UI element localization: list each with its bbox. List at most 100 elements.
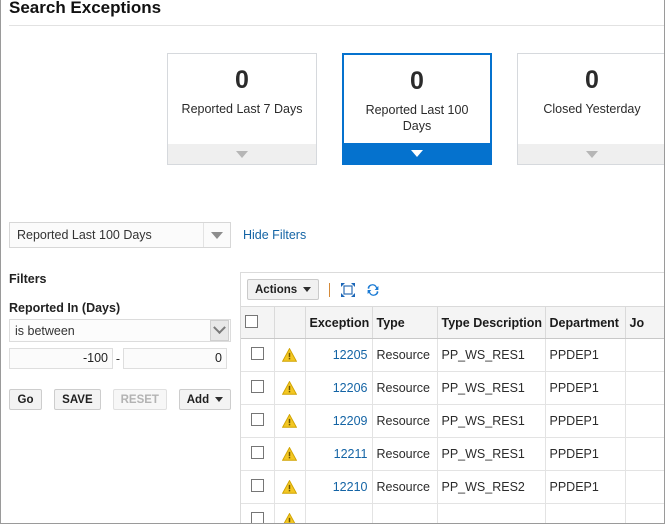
row-exception-id-cell: 12209 <box>305 404 373 438</box>
row-type-cell: Resource <box>372 404 438 438</box>
table-row[interactable]: 12210 ResourcePP_WS_RES2PPDEP137 <box>241 470 664 504</box>
table-row[interactable]: 12205 ResourcePP_WS_RES1PPDEP136 <box>241 338 664 372</box>
add-button[interactable]: Add <box>178 389 232 410</box>
row-department-cell: PPDEP1 <box>545 437 626 471</box>
page-title: Search Exceptions <box>9 0 162 17</box>
table-row[interactable]: 12206 ResourcePP_WS_RES1PPDEP137 <box>241 371 664 405</box>
saved-search-select[interactable]: Reported Last 100 Days <box>9 222 231 248</box>
row-checkbox[interactable] <box>250 347 264 360</box>
filters-panel: Filters Reported In (Days) is between -1… <box>9 272 232 410</box>
card-value: 0 <box>235 66 249 94</box>
filter-operator-dropdown-button[interactable] <box>210 320 229 341</box>
row-checkbox[interactable] <box>250 380 264 393</box>
go-button[interactable]: Go <box>9 389 43 410</box>
row-job-cell: 37 <box>625 404 664 438</box>
header-department[interactable]: Department <box>545 306 626 339</box>
row-exception-id-cell: 12206 <box>305 371 373 405</box>
filter-buttons: Go SAVE RESET Add <box>9 389 232 410</box>
row-job-cell: 36 <box>625 338 664 372</box>
card-body: 0 Reported Last 7 Days <box>168 54 316 144</box>
table-row[interactable]: 12211 ResourcePP_WS_RES1PPDEP137 <box>241 437 664 471</box>
row-department-cell <box>545 503 626 523</box>
filter-operator-select[interactable]: is between <box>9 319 231 342</box>
caret-down-icon <box>303 287 312 292</box>
card-expand-footer[interactable] <box>518 144 664 164</box>
row-exception-id-cell: 12210 <box>305 470 373 504</box>
row-job-cell: 37 <box>625 470 664 504</box>
row-checkbox[interactable] <box>250 512 264 523</box>
add-button-label: Add <box>186 393 210 406</box>
row-severity-cell <box>274 338 306 372</box>
table-row[interactable]: 12209 ResourcePP_WS_RES1PPDEP137 <box>241 404 664 438</box>
row-select-cell <box>241 470 275 504</box>
exceptions-table: Exception Id Type Type Description Depar… <box>241 306 664 523</box>
row-severity-cell <box>274 371 306 405</box>
table-row[interactable] <box>241 503 664 523</box>
row-department-cell: PPDEP1 <box>545 470 626 504</box>
chevron-down-icon <box>213 321 226 335</box>
card-value: 0 <box>585 66 599 94</box>
exception-id-link[interactable]: 12209 <box>333 414 368 428</box>
summary-cards: 0 Reported Last 7 Days 0 Reported Last 1… <box>167 53 664 165</box>
filter-range-to-input[interactable]: 0 <box>123 348 227 369</box>
row-checkbox[interactable] <box>250 413 264 426</box>
row-exception-id-cell: 12211 <box>305 437 373 471</box>
row-job-cell: 37 <box>625 437 664 471</box>
row-department-cell: PPDEP1 <box>545 404 626 438</box>
row-type-description-cell: PP_WS_RES1 <box>437 371 546 405</box>
card-expand-footer[interactable] <box>344 143 490 163</box>
chevron-down-icon <box>586 150 598 158</box>
card-label: Reported Last 100 Days <box>365 103 469 133</box>
row-job-cell: 37 <box>625 371 664 405</box>
table-toolbar: Actions <box>241 273 664 306</box>
warning-icon <box>282 414 297 429</box>
filters-heading: Filters <box>9 272 47 286</box>
hide-filters-link[interactable]: Hide Filters <box>243 228 306 242</box>
row-type-cell: Resource <box>372 338 438 372</box>
header-select-all <box>241 306 275 339</box>
saved-search-value: Reported Last 100 Days <box>17 228 152 242</box>
card-body: 0 Closed Yesterday <box>518 54 664 144</box>
exception-id-link[interactable]: 12205 <box>333 348 368 362</box>
saved-search-dropdown-button[interactable] <box>203 223 230 247</box>
row-type-description-cell: PP_WS_RES1 <box>437 437 546 471</box>
detach-icon[interactable] <box>339 281 357 299</box>
select-all-checkbox[interactable] <box>245 314 258 328</box>
chevron-down-icon <box>211 231 223 239</box>
search-exceptions-page: Search Exceptions 0 Reported Last 7 Days… <box>0 0 665 524</box>
summary-card-closed-yesterday[interactable]: 0 Closed Yesterday <box>517 53 664 165</box>
exception-id-link[interactable]: 12211 <box>334 447 368 461</box>
row-checkbox[interactable] <box>250 479 264 492</box>
exception-id-link[interactable]: 12206 <box>333 381 368 395</box>
card-value: 0 <box>410 67 424 95</box>
card-body: 0 Reported Last 100 Days <box>344 55 490 143</box>
actions-menu-label: Actions <box>255 283 298 296</box>
row-exception-id-cell <box>305 503 373 523</box>
reset-button: RESET <box>112 389 167 410</box>
warning-icon <box>282 480 297 495</box>
row-type-cell: Resource <box>372 470 438 504</box>
filter-range-from-input[interactable]: -100 <box>9 348 113 369</box>
saved-search-row: Reported Last 100 Days Hide Filters <box>9 222 306 248</box>
row-checkbox[interactable] <box>250 446 264 459</box>
save-button[interactable]: SAVE <box>54 389 101 410</box>
actions-menu-button[interactable]: Actions <box>247 279 320 300</box>
refresh-icon[interactable] <box>364 281 382 299</box>
header-exception-id[interactable]: Exception Id <box>305 306 373 339</box>
row-type-cell: Resource <box>372 371 438 405</box>
chevron-down-icon <box>411 149 423 157</box>
exception-id-link[interactable]: 12210 <box>333 480 368 494</box>
header-job[interactable]: Jo <box>625 306 664 339</box>
summary-card-reported-last-100-days[interactable]: 0 Reported Last 100 Days <box>342 53 492 165</box>
header-type-description[interactable]: Type Description <box>437 306 546 339</box>
warning-icon <box>282 381 297 396</box>
card-expand-footer[interactable] <box>168 144 316 164</box>
table-body: 12205ResourcePP_WS_RES1PPDEP13612206Reso… <box>241 338 664 523</box>
header-severity[interactable] <box>274 306 306 339</box>
summary-card-reported-last-7-days[interactable]: 0 Reported Last 7 Days <box>167 53 317 165</box>
row-select-cell <box>241 338 275 372</box>
row-type-description-cell: PP_WS_RES1 <box>437 404 546 438</box>
header-type[interactable]: Type <box>372 306 438 339</box>
row-department-cell: PPDEP1 <box>545 338 626 372</box>
row-severity-cell <box>274 437 306 471</box>
